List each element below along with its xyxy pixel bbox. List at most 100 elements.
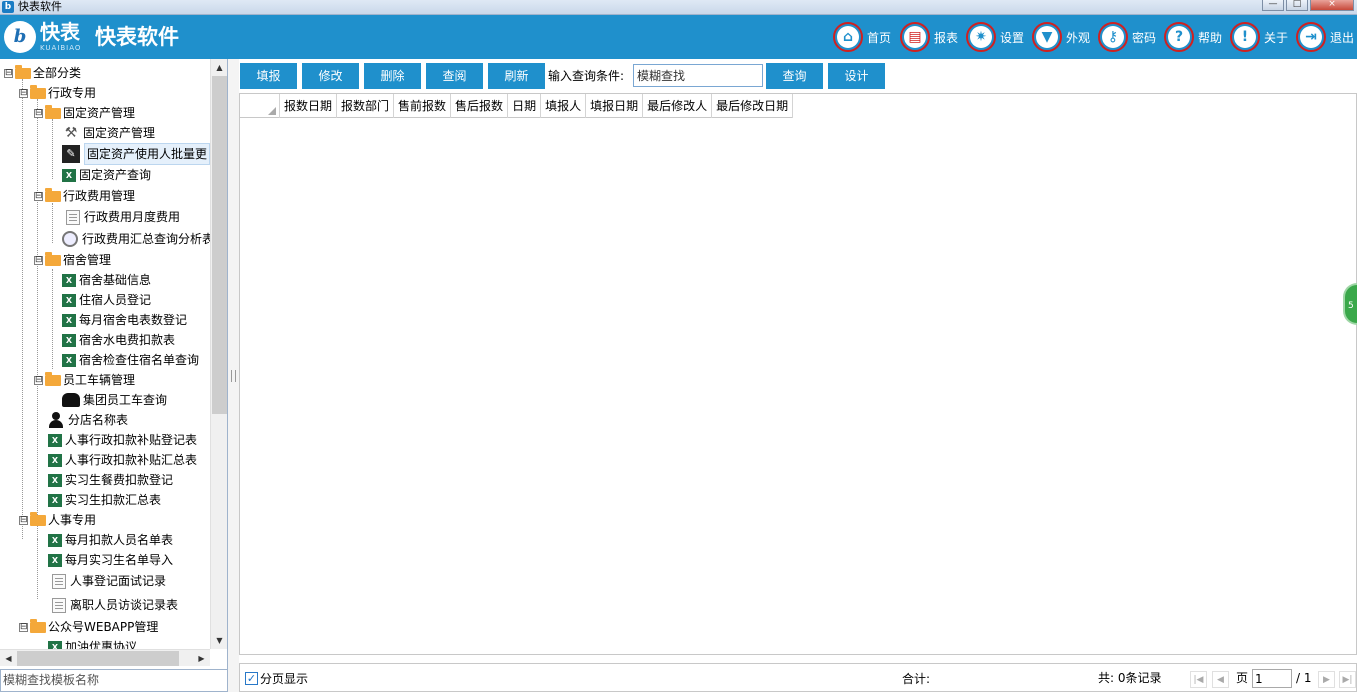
document-icon <box>52 597 66 613</box>
collapse-toggle[interactable]: ⊟ <box>34 255 43 265</box>
first-page-icon[interactable]: |◀ <box>1190 671 1207 688</box>
tree-node-admin-expense[interactable]: ⊟ 行政费用管理 <box>34 186 135 206</box>
tree-node-intern-deduction[interactable]: X 实习生扣款汇总表 <box>48 490 161 510</box>
tree-horizontal-scrollbar[interactable]: ◀ ▶ <box>0 649 210 666</box>
tree-node-vehicle-query[interactable]: 集团员工车查询 <box>62 390 167 410</box>
query-input[interactable] <box>633 64 763 87</box>
nav-home-button[interactable]: ⌂ 首页 <box>833 22 891 52</box>
nav-help-button[interactable]: ? 帮助 <box>1164 22 1222 52</box>
tree-node-all[interactable]: ⊟ 全部分类 <box>4 63 81 83</box>
column-header[interactable]: 售前报数 <box>394 94 452 118</box>
scroll-thumb[interactable] <box>212 76 227 414</box>
nav-about-button[interactable]: ! 关于 <box>1230 22 1288 52</box>
tree-node-vehicle[interactable]: ⊟ 员工车辆管理 <box>34 370 135 390</box>
scroll-up-icon[interactable]: ▲ <box>211 59 227 76</box>
maximize-button[interactable]: □ <box>1286 0 1308 11</box>
tree-node-fixed-assets-mgmt[interactable]: ⚒ 固定资产管理 <box>62 123 155 143</box>
edit-icon: ✎ <box>62 145 80 163</box>
tree-node-intern-import[interactable]: X 每月实习生名单导入 <box>48 550 173 570</box>
scroll-right-icon[interactable]: ▶ <box>193 650 210 667</box>
collapse-toggle[interactable]: ⊟ <box>19 88 28 98</box>
collapse-toggle[interactable]: ⊟ <box>4 68 13 78</box>
column-header[interactable]: 日期 <box>508 94 542 118</box>
tree-node-resident-register[interactable]: X 住宿人员登记 <box>62 290 151 310</box>
tree-node-label: 每月扣款人员名单表 <box>65 533 174 547</box>
tree-vertical-scrollbar[interactable]: ▲ ▼ <box>210 59 227 649</box>
edit-button[interactable]: 修改 <box>302 63 359 89</box>
tree-node-hr[interactable]: ⊟ 人事专用 <box>19 510 96 530</box>
refresh-button[interactable]: 刷新 <box>488 63 545 89</box>
tree-node-interview-record[interactable]: 人事登记面试记录 <box>52 571 166 591</box>
fill-button[interactable]: 填报 <box>240 63 297 89</box>
paging-checkbox[interactable]: ✓ <box>245 672 258 685</box>
prev-page-icon[interactable]: ◀ <box>1212 671 1229 688</box>
tree-node-exit-interview[interactable]: 离职人员访谈记录表 <box>52 595 178 615</box>
tree-node-admin[interactable]: ⊟ 行政专用 <box>19 83 96 103</box>
column-header[interactable]: 填报人 <box>541 94 587 118</box>
folder-icon <box>45 104 61 119</box>
tree-node-dorm-info[interactable]: X 宿舍基础信息 <box>62 270 151 290</box>
excel-icon: X <box>48 533 62 547</box>
column-header[interactable]: 填报日期 <box>586 94 644 118</box>
tree-node-webapp[interactable]: ⊟ 公众号WEBAPP管理 <box>19 617 158 637</box>
tree-node-label: 人事专用 <box>48 513 97 527</box>
tree-node-label: 人事登记面试记录 <box>70 574 167 588</box>
tree-node-hr-deduction-register[interactable]: X 人事行政扣款补贴登记表 <box>48 430 197 450</box>
tree-node-expense-summary[interactable]: 行政费用汇总查询分析表 <box>62 229 210 249</box>
nav-settings-button[interactable]: ✷ 设置 <box>966 22 1024 52</box>
nav-exit-button[interactable]: ⇥ 退出 <box>1296 22 1354 52</box>
template-search-input[interactable]: 模糊查找模板名称 <box>0 669 228 692</box>
collapse-toggle[interactable]: ⊟ <box>34 375 43 385</box>
scroll-thumb[interactable] <box>17 651 179 666</box>
collapse-toggle[interactable]: ⊟ <box>19 515 28 525</box>
tree-node-branch-names[interactable]: 分店名称表 <box>48 410 128 430</box>
nav-report-button[interactable]: ▤ 报表 <box>900 22 958 52</box>
column-header[interactable]: 最后修改日期 <box>712 94 794 118</box>
folder-icon <box>45 187 61 202</box>
tree-line <box>52 203 53 243</box>
excel-icon: X <box>48 493 62 507</box>
view-button[interactable]: 查阅 <box>426 63 483 89</box>
close-button[interactable]: × <box>1310 0 1354 11</box>
paging-label: 分页显示 <box>260 672 309 686</box>
collapse-toggle[interactable]: ⊟ <box>34 108 43 118</box>
panel-splitter[interactable] <box>228 59 239 692</box>
query-button[interactable]: 查询 <box>766 63 823 89</box>
query-label: 输入查询条件: <box>548 69 625 83</box>
tree-node-monthly-expense[interactable]: 行政费用月度费用 <box>66 207 180 227</box>
next-page-icon[interactable]: ▶ <box>1318 671 1335 688</box>
column-header[interactable]: 最后修改人 <box>643 94 713 118</box>
design-button[interactable]: 设计 <box>828 63 885 89</box>
tree-line <box>52 119 53 179</box>
page-number-input[interactable] <box>1252 669 1292 688</box>
tree-node-dorm-inspection[interactable]: X 宿舍检查住宿名单查询 <box>62 350 199 370</box>
tree-node-intern-meal[interactable]: X 实习生餐费扣款登记 <box>48 470 173 490</box>
collapse-toggle[interactable]: ⊟ <box>19 622 28 632</box>
tree-node-fixed-assets-query[interactable]: X 固定资产查询 <box>62 165 151 185</box>
scroll-down-icon[interactable]: ▼ <box>211 632 227 649</box>
tree-node-dorm[interactable]: ⊟ 宿舍管理 <box>34 250 111 270</box>
minimize-button[interactable]: — <box>1262 0 1284 11</box>
collapse-toggle[interactable]: ⊟ <box>34 191 43 201</box>
tree-node-fixed-assets-batch[interactable]: ✎ 固定资产使用人批量更 <box>62 143 210 165</box>
tree-node-monthly-deduction-list[interactable]: X 每月扣款人员名单表 <box>48 530 173 550</box>
nav-password-button[interactable]: ⚷ 密码 <box>1098 22 1156 52</box>
nav-appearance-button[interactable]: ▼ 外观 <box>1032 22 1090 52</box>
grid-corner-cell[interactable] <box>240 94 280 118</box>
excel-icon: X <box>62 353 76 367</box>
column-header[interactable]: 报数日期 <box>280 94 338 118</box>
tree-node-meter-register[interactable]: X 每月宿舍电表数登记 <box>62 310 187 330</box>
column-header[interactable]: 报数部门 <box>337 94 395 118</box>
tree-node-fuel-agreement[interactable]: X 加油优惠协议 <box>48 637 137 649</box>
last-page-icon[interactable]: ▶| <box>1339 671 1356 688</box>
tree-node-utility-deduction[interactable]: X 宿舍水电费扣款表 <box>62 330 175 350</box>
floating-widget[interactable]: 5 <box>1343 283 1357 325</box>
column-header[interactable]: 售后报数 <box>451 94 509 118</box>
tree-node-fixed-assets[interactable]: ⊟ 固定资产管理 <box>34 103 135 123</box>
scroll-left-icon[interactable]: ◀ <box>0 650 17 667</box>
tree-node-label: 固定资产管理 <box>83 126 156 140</box>
tree-node-hr-deduction-summary[interactable]: X 人事行政扣款补贴汇总表 <box>48 450 197 470</box>
excel-icon: X <box>62 293 76 307</box>
data-grid[interactable]: 报数日期 报数部门 售前报数 售后报数 日期 填报人 填报日期 最后修改人 最后… <box>239 93 1357 655</box>
delete-button[interactable]: 删除 <box>364 63 421 89</box>
